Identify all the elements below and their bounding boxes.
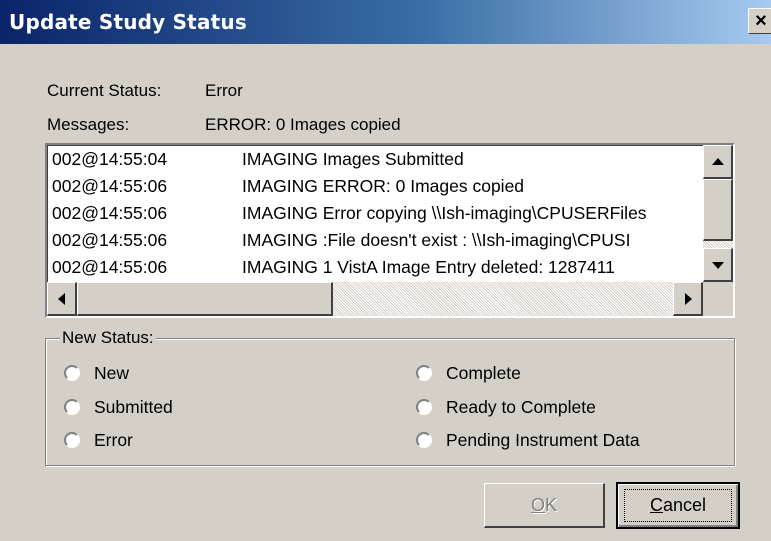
radio-circle-icon <box>416 432 432 448</box>
message-text: IMAGING Images Submitted <box>242 149 464 169</box>
list-item[interactable]: 002@14:55:06 IMAGING Error copying \\Ish… <box>47 200 703 227</box>
vertical-scrollbar[interactable] <box>703 145 733 282</box>
ok-button[interactable]: OK <box>484 483 605 528</box>
message-time: 002@14:55:04 <box>52 149 168 169</box>
list-item[interactable]: 002@14:55:04 IMAGING Images Submitted <box>47 146 703 173</box>
list-item[interactable]: 002@14:55:06 IMAGING :File doesn't exist… <box>47 227 703 254</box>
radio-submitted[interactable]: Submitted <box>64 397 173 418</box>
radio-complete[interactable]: Complete <box>416 363 521 384</box>
radio-pending-instrument-data[interactable]: Pending Instrument Data <box>416 430 640 451</box>
scroll-down-button[interactable] <box>703 248 733 282</box>
focus-rectangle <box>624 489 732 522</box>
close-icon: × <box>755 10 767 32</box>
messages-value: ERROR: 0 Images copied <box>205 115 401 134</box>
current-status-label: Current Status: <box>47 81 162 100</box>
new-status-legend: New Status: <box>60 328 156 348</box>
radio-circle-icon <box>64 365 80 381</box>
right-arrow-icon <box>685 293 692 305</box>
messages-rows: 002@14:55:04 IMAGING Images Submitted 00… <box>47 146 703 282</box>
list-item[interactable]: 002@14:55:06 IMAGING 1 VistA Image Entry… <box>47 254 703 281</box>
radio-label: Submitted <box>94 397 173 417</box>
scroll-left-button[interactable] <box>47 282 77 316</box>
left-arrow-icon <box>58 293 65 305</box>
message-text: IMAGING Error copying \\Ish-imaging\CPUS… <box>242 203 647 223</box>
horizontal-scroll-thumb[interactable] <box>77 282 333 316</box>
radio-label: Complete <box>446 363 521 383</box>
radio-circle-icon <box>64 399 80 415</box>
horizontal-scrollbar[interactable] <box>47 282 703 316</box>
message-text: IMAGING 1 VistA Image Entry deleted: 128… <box>242 257 615 277</box>
message-time: 002@14:55:06 <box>52 176 168 196</box>
up-arrow-icon <box>712 158 724 165</box>
scrollbar-corner <box>703 282 733 316</box>
cancel-button[interactable]: Cancel <box>616 482 740 529</box>
current-status-value: Error <box>205 81 243 100</box>
radio-label: Pending Instrument Data <box>446 430 640 450</box>
radio-ready-to-complete[interactable]: Ready to Complete <box>416 397 596 418</box>
list-item[interactable]: 002@14:55:06 IMAGING ERROR: 0 Images cop… <box>47 173 703 200</box>
message-time: 002@14:55:06 <box>52 230 168 250</box>
close-button[interactable]: × <box>748 8 771 34</box>
radio-error[interactable]: Error <box>64 430 133 451</box>
radio-circle-icon <box>416 399 432 415</box>
messages-label: Messages: <box>47 115 130 134</box>
vertical-scroll-thumb[interactable] <box>703 179 733 241</box>
ok-label: K <box>545 495 558 515</box>
radio-label: New <box>94 363 130 383</box>
down-arrow-icon <box>712 262 724 269</box>
window-title: Update Study Status <box>9 10 247 34</box>
radio-label: Error <box>94 430 133 450</box>
scroll-up-button[interactable] <box>703 145 733 179</box>
message-time: 002@14:55:06 <box>52 257 168 277</box>
message-time: 002@14:55:06 <box>52 203 168 223</box>
message-text: IMAGING ERROR: 0 Images copied <box>242 176 525 196</box>
radio-new[interactable]: New <box>64 363 129 384</box>
radio-circle-icon <box>64 432 80 448</box>
messages-listbox[interactable]: 002@14:55:04 IMAGING Images Submitted 00… <box>45 143 735 318</box>
title-bar[interactable]: Update Study Status × <box>0 0 771 44</box>
ok-accel: O <box>530 495 545 515</box>
radio-circle-icon <box>416 365 432 381</box>
radio-label: Ready to Complete <box>446 397 596 417</box>
message-text: IMAGING :File doesn't exist : \\Ish-imag… <box>242 230 631 250</box>
scroll-right-button[interactable] <box>673 282 703 316</box>
